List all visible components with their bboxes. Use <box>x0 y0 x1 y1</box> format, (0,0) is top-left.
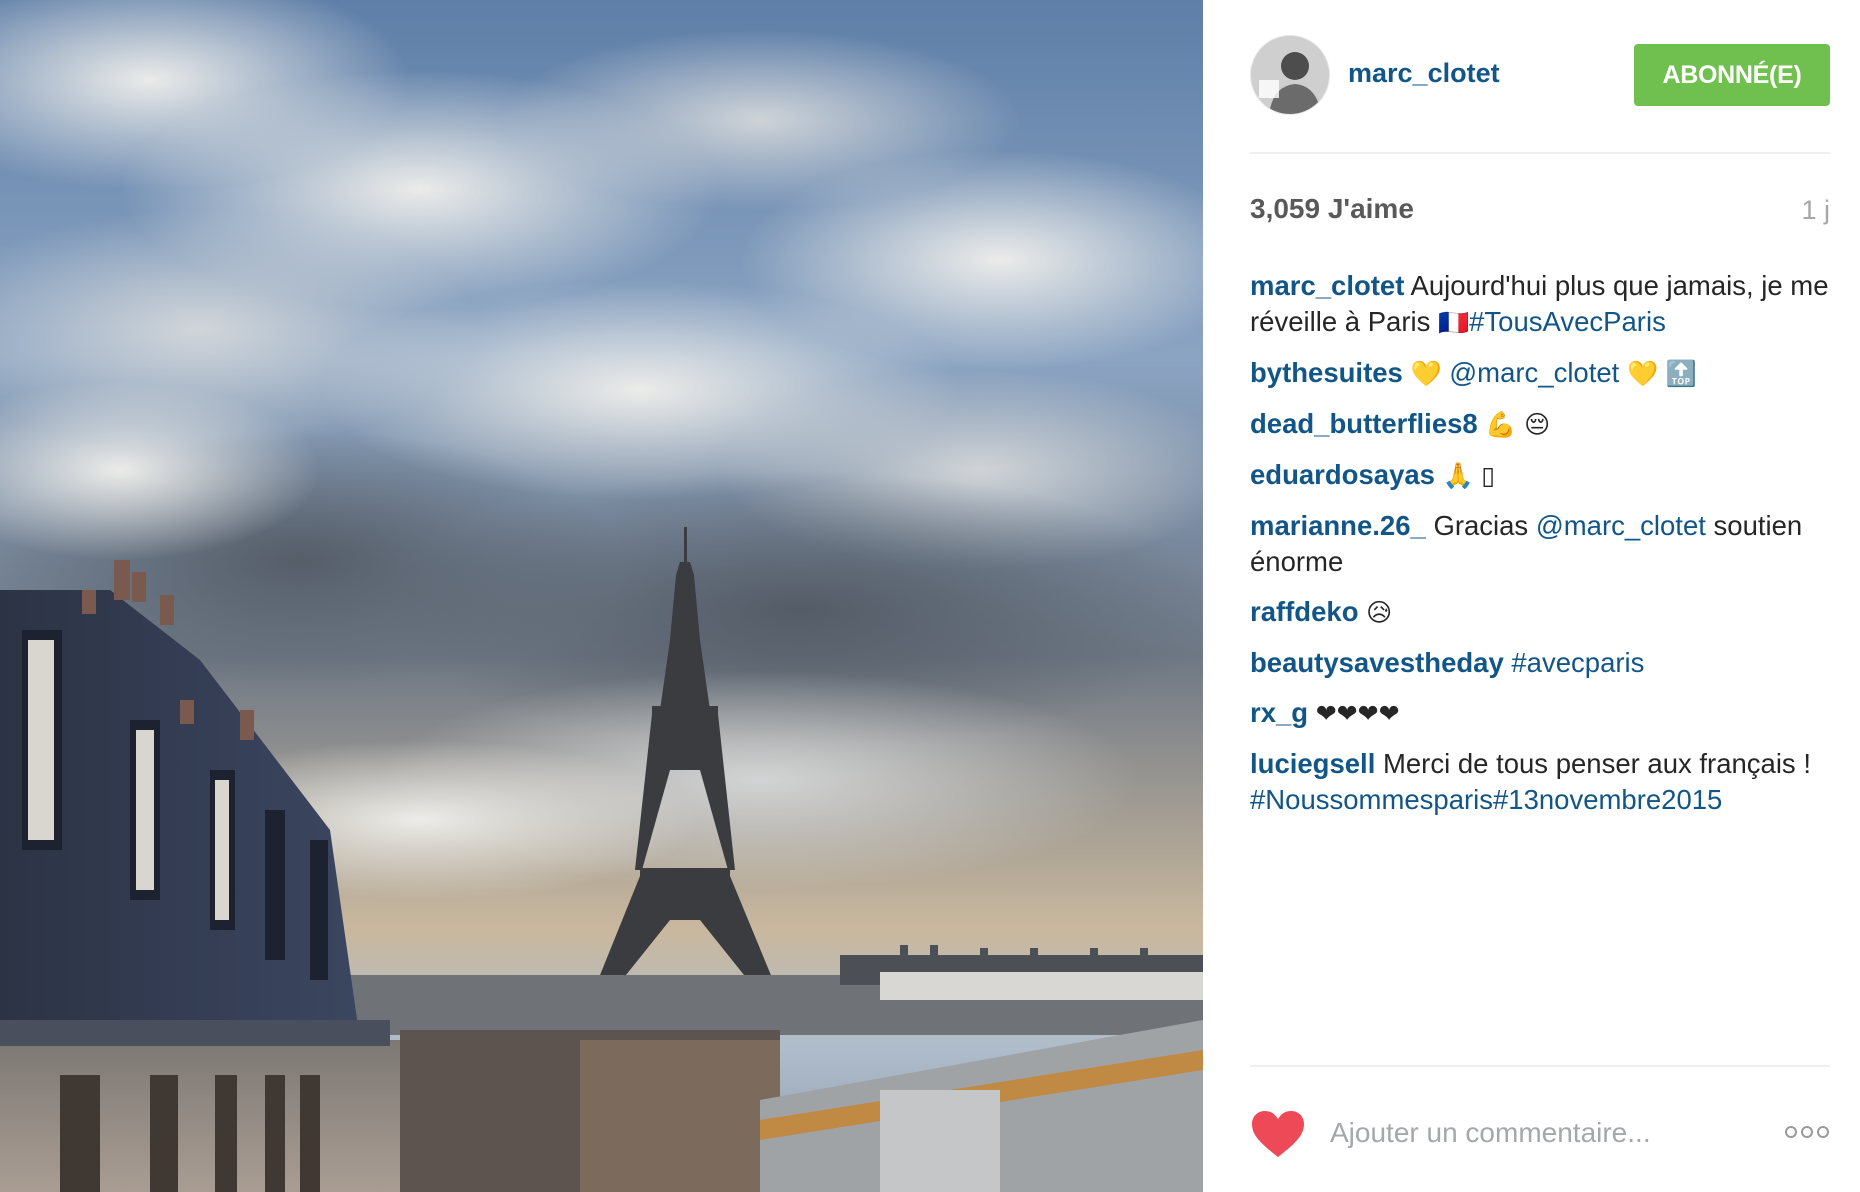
comment: marc_clotet Aujourd'hui plus que jamais,… <box>1250 268 1836 341</box>
like-button[interactable] <box>1250 1109 1306 1159</box>
comment-author[interactable]: raffdeko <box>1250 596 1359 627</box>
hashtag-link[interactable]: #Noussommesparis#13novembre2015 <box>1250 784 1722 815</box>
post-photo[interactable] <box>0 0 1203 1192</box>
divider <box>1250 1065 1830 1067</box>
hashtag-link[interactable]: #avecparis <box>1511 647 1644 678</box>
comment-author[interactable]: bythesuites <box>1250 357 1403 388</box>
instagram-post: marc_clotet ABONNÉ(E) 3,059 J'aime 1 j m… <box>0 0 1860 1192</box>
missing-glyph-icon: ▯ <box>1481 461 1496 490</box>
comment: dead_butterflies8 💪 😔 <box>1250 406 1836 443</box>
sad-face-icon: 😥 <box>1366 598 1393 627</box>
yellow-heart-icon: 💛 <box>1410 359 1442 388</box>
mention-link[interactable]: @marc_clotet <box>1449 357 1619 388</box>
mention-link[interactable]: @marc_clotet <box>1536 510 1706 541</box>
comment-text <box>1517 408 1525 439</box>
post-sidebar: marc_clotet ABONNÉ(E) 3,059 J'aime 1 j m… <box>1203 0 1860 1192</box>
comment: rx_g ❤❤❤❤ <box>1250 695 1836 732</box>
comment: bythesuites 💛 @marc_clotet 💛 🔝 <box>1250 355 1836 392</box>
post-footer <box>1250 1100 1830 1160</box>
comment: marianne.26_ Gracias @marc_clotet soutie… <box>1250 508 1836 580</box>
comment-author[interactable]: marc_clotet <box>1250 270 1404 301</box>
comment-author[interactable]: rx_g <box>1250 697 1308 728</box>
comment-text: Gracias <box>1433 510 1536 541</box>
comment: raffdeko 😥 <box>1250 594 1836 631</box>
comments-list: marc_clotet Aujourd'hui plus que jamais,… <box>1250 268 1836 832</box>
comment-author[interactable]: eduardosayas <box>1250 459 1435 490</box>
comment-text <box>1658 357 1666 388</box>
folded-hands-icon: 🙏 <box>1442 461 1474 490</box>
likes-count[interactable]: 3,059 J'aime <box>1250 193 1414 224</box>
likes-row: 3,059 J'aime 1 j <box>1250 193 1830 229</box>
eiffel-tower-photo <box>0 0 1203 1192</box>
following-button[interactable]: ABONNÉ(E) <box>1634 44 1830 106</box>
comment: luciegsell Merci de tous penser aux fran… <box>1250 746 1836 818</box>
black-hearts-icon: ❤❤❤❤ <box>1315 699 1400 728</box>
flexed-biceps-icon: 💪 <box>1485 410 1517 439</box>
comment-author[interactable]: beautysavestheday <box>1250 647 1504 678</box>
divider <box>1250 152 1830 154</box>
comment: beautysavestheday #avecparis <box>1250 645 1836 681</box>
post-header: marc_clotet ABONNÉ(E) <box>1250 35 1830 115</box>
user-avatar-icon <box>1251 36 1329 114</box>
post-age[interactable]: 1 j <box>1801 195 1830 226</box>
more-options-button[interactable] <box>1784 1124 1830 1140</box>
comment-author[interactable]: luciegsell <box>1250 748 1375 779</box>
more-options-icon <box>1785 1126 1829 1138</box>
comment-text: Merci de tous penser aux français ! <box>1382 748 1811 779</box>
author-username[interactable]: marc_clotet <box>1348 58 1500 89</box>
pensive-face-icon: 😔 <box>1524 410 1551 439</box>
comment-author[interactable]: dead_butterflies8 <box>1250 408 1478 439</box>
yellow-heart-icon: 💛 <box>1626 359 1659 388</box>
comment-text <box>1619 357 1627 388</box>
avatar[interactable] <box>1250 35 1330 115</box>
heart-icon <box>1252 1111 1304 1157</box>
comment: eduardosayas 🙏 ▯ <box>1250 457 1836 494</box>
comment-author[interactable]: marianne.26_ <box>1250 510 1426 541</box>
comment-input[interactable] <box>1328 1111 1752 1155</box>
france-flag-icon: 🇫🇷 <box>1438 308 1470 337</box>
top-arrow-icon: 🔝 <box>1665 359 1697 388</box>
hashtag-link[interactable]: #TousAvecParis <box>1469 306 1666 337</box>
